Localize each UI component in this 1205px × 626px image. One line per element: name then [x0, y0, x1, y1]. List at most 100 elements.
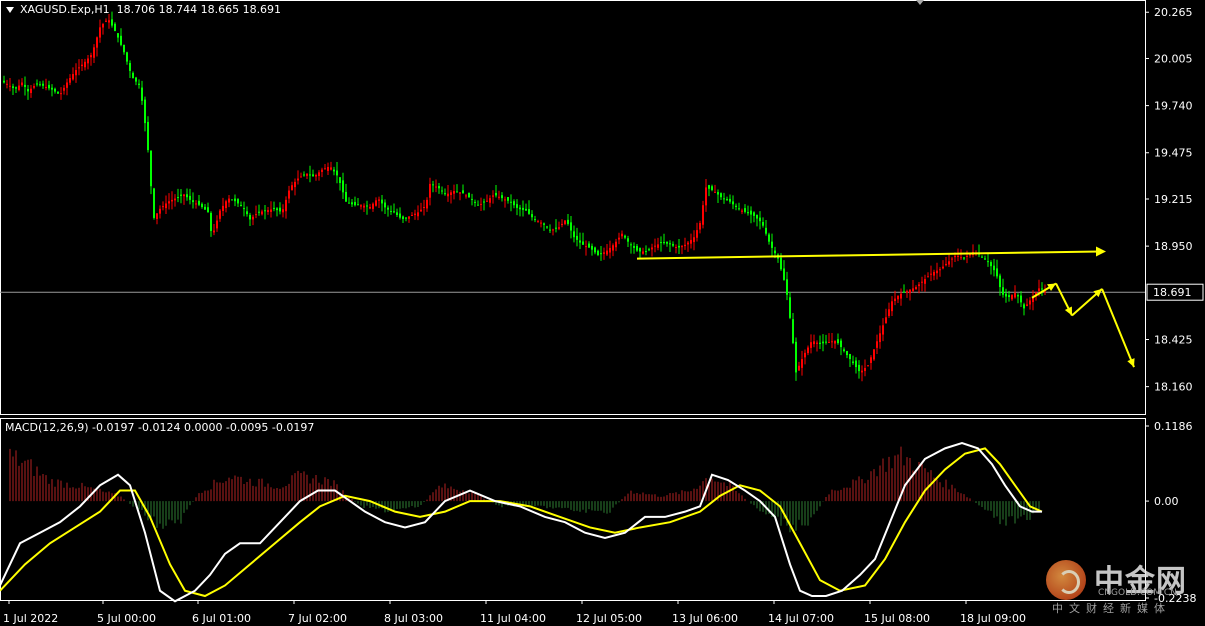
candle-body — [885, 317, 887, 324]
candle-body — [327, 166, 329, 171]
candle-body — [834, 340, 836, 344]
candle-body — [306, 173, 308, 176]
candle-body — [999, 275, 1001, 288]
candle-body — [66, 82, 68, 88]
candle-body — [825, 341, 827, 343]
candle-body — [87, 58, 89, 64]
candle-body — [609, 247, 611, 253]
candle-body — [192, 200, 194, 203]
candle-body — [762, 222, 764, 226]
candle-body — [210, 212, 212, 232]
candle-body — [297, 178, 299, 181]
candle-body — [837, 339, 839, 344]
price-tick-label: 20.005 — [1154, 52, 1193, 65]
candle-body — [621, 233, 623, 237]
candle-body — [45, 86, 47, 89]
candle-body — [150, 150, 152, 187]
candle-body — [669, 243, 671, 245]
candle-body — [144, 99, 146, 124]
candle-body — [918, 284, 920, 287]
candle-body — [912, 288, 914, 292]
candle-body — [414, 213, 416, 216]
candle-body — [759, 217, 761, 222]
candle-body — [990, 262, 992, 267]
candle-body — [603, 252, 605, 254]
candle-body — [90, 55, 92, 58]
candle-body — [675, 247, 677, 249]
candle-body — [363, 205, 365, 208]
candle-body — [462, 190, 464, 194]
candle-body — [357, 204, 359, 206]
candle-body — [258, 211, 260, 213]
candle-body — [207, 207, 209, 213]
candle-body — [174, 198, 176, 201]
ohlc-values: 18.706 18.744 18.665 18.691 — [116, 3, 282, 16]
candle-body — [963, 257, 965, 259]
candle-body — [483, 201, 485, 203]
candle-body — [558, 227, 560, 229]
candle-body — [93, 47, 95, 58]
candle-body — [114, 23, 116, 31]
candle-body — [189, 195, 191, 200]
candle-body — [270, 209, 272, 212]
macd-tick-label: 0.00 — [1154, 495, 1179, 508]
candle-body — [6, 83, 8, 85]
candle-body — [201, 203, 203, 207]
candle-body — [411, 215, 413, 217]
candle-body — [582, 241, 584, 245]
candle-body — [300, 176, 302, 178]
candle-body — [618, 237, 620, 240]
candle-body — [171, 199, 173, 202]
candle-body — [102, 24, 104, 28]
candle-body — [795, 341, 797, 373]
candle-body — [807, 347, 809, 354]
candle-body — [315, 174, 317, 177]
chart-dropdown-icon[interactable] — [6, 7, 14, 13]
candle-body — [555, 227, 557, 229]
candle-body — [405, 217, 407, 219]
candle-body — [48, 84, 50, 89]
candle-body — [672, 243, 674, 246]
candle-body — [927, 276, 929, 278]
candle-body — [690, 239, 692, 244]
candle-body — [612, 245, 614, 251]
candle-body — [1002, 287, 1004, 295]
candle-body — [345, 191, 347, 202]
candle-body — [1017, 295, 1019, 297]
candle-body — [510, 201, 512, 203]
candle-body — [579, 240, 581, 243]
candle-body — [843, 349, 845, 352]
candle-body — [531, 214, 533, 218]
candle-body — [828, 341, 830, 343]
candle-body — [606, 250, 608, 255]
candle-body — [747, 212, 749, 214]
candle-body — [852, 361, 854, 364]
candle-body — [882, 325, 884, 335]
candle-body — [156, 213, 158, 219]
candle-body — [831, 341, 833, 343]
candle-body — [1038, 288, 1040, 291]
time-tick-label: 8 Jul 03:00 — [384, 612, 443, 625]
candle-body — [213, 230, 215, 233]
candle-body — [294, 181, 296, 188]
candle-body — [936, 270, 938, 274]
candle-body — [426, 199, 428, 209]
candle-body — [441, 190, 443, 192]
candle-body — [429, 183, 431, 198]
candle-body — [873, 349, 875, 360]
candle-body — [177, 197, 179, 199]
candle-body — [897, 295, 899, 300]
candle-body — [333, 169, 335, 172]
candle-body — [120, 35, 122, 45]
candle-body — [708, 185, 710, 189]
candle-body — [36, 83, 38, 85]
candle-body — [738, 208, 740, 210]
macd-title: MACD(12,26,9) -0.0197 -0.0124 0.0000 -0.… — [5, 421, 314, 434]
candle-body — [423, 207, 425, 208]
candle-body — [471, 198, 473, 200]
candle-body — [522, 207, 524, 210]
candle-body — [351, 202, 353, 205]
candle-body — [933, 271, 935, 276]
candle-body — [732, 201, 734, 205]
candle-body — [9, 85, 11, 87]
